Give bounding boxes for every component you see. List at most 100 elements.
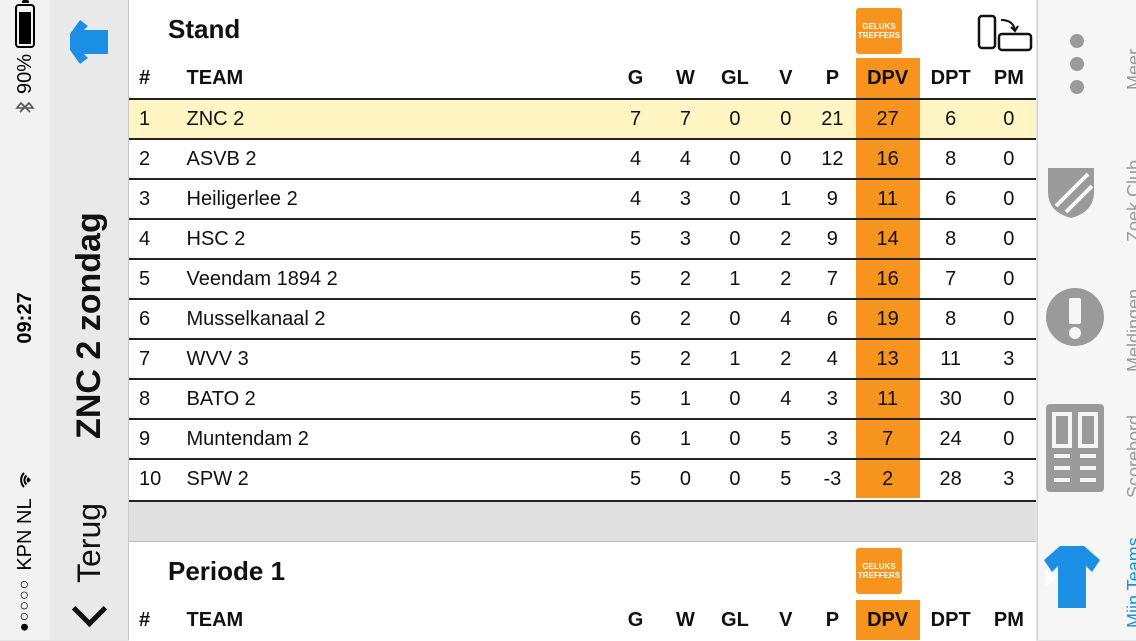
logo-text: GELUKS [862, 22, 896, 31]
tab-label: Scorebord [1124, 414, 1136, 498]
table-row[interactable]: 7 WVV 3 5 2 1 2 4 13 11 3 [129, 338, 1036, 378]
dpv-cell: 16 [855, 260, 920, 298]
g-cell: 6 [629, 427, 642, 450]
dpt-cell: 6 [945, 107, 957, 130]
gl-cell: 0 [729, 387, 741, 410]
column-header-rank[interactable]: # [129, 58, 187, 98]
v-cell: 5 [780, 467, 792, 490]
column-header-p[interactable]: P [809, 58, 856, 98]
v-cell: 2 [780, 347, 792, 370]
column-header-dpv[interactable]: DPV [855, 58, 920, 98]
geluks-treffers-logo[interactable]: GELUKS TREFFERS [856, 548, 902, 594]
tab-label: Meldingen [1124, 288, 1136, 372]
rotate-device-icon[interactable] [977, 14, 1033, 52]
column-header-team[interactable]: TEAM [187, 58, 608, 98]
g-cell: 5 [629, 267, 642, 290]
team-cell: ZNC 2 [186, 107, 245, 130]
gl-cell: 0 [729, 227, 741, 250]
column-header-team[interactable]: TEAM [187, 600, 608, 640]
w-cell: 1 [679, 387, 691, 410]
pm-cell: 0 [1003, 267, 1015, 290]
column-header-gl[interactable]: GL [707, 600, 762, 640]
pm-cell: 0 [1003, 187, 1015, 210]
column-header-dpt[interactable]: DPT [920, 600, 982, 640]
column-header-v[interactable]: V [763, 58, 810, 98]
column-header-dpt[interactable]: DPT [920, 58, 982, 98]
dpv-cell: 11 [855, 180, 920, 218]
column-header-g[interactable]: G [607, 600, 663, 640]
w-cell: 2 [679, 307, 691, 330]
team-cell: Heiligerlee 2 [186, 187, 298, 210]
column-header-rank[interactable]: # [129, 600, 187, 640]
table-row[interactable]: 9 Muntendam 2 6 1 0 5 3 7 24 0 [129, 418, 1036, 458]
column-header-g[interactable]: G [607, 58, 663, 98]
column-header-w[interactable]: W [664, 600, 708, 640]
team-cell: Musselkanaal 2 [186, 307, 326, 330]
team-cell: Muntendam 2 [186, 427, 309, 450]
bluetooth-icon [15, 101, 35, 113]
table-row[interactable]: 2 ASVB 2 4 4 0 0 12 16 8 0 [129, 138, 1036, 178]
w-cell: 3 [679, 187, 691, 210]
w-cell: 2 [679, 347, 691, 370]
column-header-gl[interactable]: GL [707, 58, 762, 98]
tab-label: Zoek Club [1124, 159, 1136, 242]
tab-mijn-teams[interactable]: Mijn Teams [1038, 520, 1136, 640]
gl-cell: 0 [729, 307, 741, 330]
periode-panel: Periode 1 GELUKS TREFFERS # TEAM G W GL … [129, 541, 1036, 641]
rank-cell: 4 [139, 227, 151, 250]
p-cell: 12 [821, 147, 844, 170]
section-title: Stand [168, 14, 241, 44]
rank-cell: 6 [139, 307, 151, 330]
dpt-cell: 11 [940, 347, 962, 370]
dpt-cell: 6 [945, 187, 957, 210]
table-row[interactable]: 8 BATO 2 5 1 0 4 3 11 30 0 [129, 378, 1036, 418]
column-header-w[interactable]: W [664, 58, 708, 98]
dpv-cell: 11 [855, 380, 920, 418]
column-header-dpv[interactable]: DPV [855, 600, 920, 640]
table-row[interactable]: 1 ZNC 2 7 7 0 0 21 27 6 0 [129, 98, 1036, 138]
rank-cell: 2 [139, 147, 151, 170]
status-bar: ●○○○○ KPN NL 09:27 90% [0, 0, 50, 640]
tab-meldingen[interactable]: Meldingen [1038, 260, 1136, 380]
tab-zoek-club[interactable]: Zoek Club [1038, 140, 1136, 250]
back-button[interactable]: Terug [71, 503, 108, 640]
column-header-pm[interactable]: PM [982, 600, 1036, 640]
gl-cell: 0 [729, 107, 741, 130]
w-cell: 2 [679, 267, 691, 290]
rank-cell: 1 [139, 107, 151, 130]
gl-cell: 0 [729, 467, 741, 490]
team-cell: HSC 2 [186, 227, 246, 250]
team-cell: Veendam 1894 2 [186, 267, 338, 290]
pm-cell: 0 [1003, 107, 1015, 130]
w-cell: 4 [679, 147, 691, 170]
logo-text: GELUKS [862, 562, 896, 571]
rank-cell: 9 [139, 427, 151, 450]
signal-strength-icon: ●○○○○ [16, 578, 33, 632]
table-row[interactable]: 5 Veendam 1894 2 5 2 1 2 7 16 7 0 [129, 258, 1036, 298]
v-cell: 2 [780, 227, 792, 250]
g-cell: 5 [629, 387, 642, 410]
table-row[interactable]: 6 Musselkanaal 2 6 2 0 4 6 19 8 0 [129, 298, 1036, 338]
column-header-v[interactable]: V [763, 600, 810, 640]
column-header-pm[interactable]: PM [982, 58, 1036, 98]
w-cell: 7 [679, 107, 691, 130]
gl-cell: 1 [729, 267, 741, 290]
logo-text: TREFFERS [857, 31, 901, 40]
table-row[interactable]: 10 SPW 2 5 0 0 5 -3 2 28 3 [129, 458, 1036, 498]
tab-scorebord[interactable]: Scorebord [1038, 390, 1136, 510]
team-cell: BATO 2 [186, 387, 256, 410]
dpt-cell: 8 [945, 147, 957, 170]
wifi-icon [20, 472, 31, 489]
pm-cell: 0 [1003, 227, 1015, 250]
table-row[interactable]: 3 Heiligerlee 2 4 3 0 1 9 11 6 0 [129, 178, 1036, 218]
v-cell: 4 [780, 307, 792, 330]
main-content: Stand GELUKS TREFFERS # TEAM G W GL V P … [129, 0, 1036, 641]
tab-meer[interactable]: Meer [1038, 0, 1136, 130]
clock: 09:27 [13, 292, 36, 344]
gl-cell: 0 [729, 187, 741, 210]
stand-panel: Stand GELUKS TREFFERS # TEAM G W GL V P … [129, 0, 1036, 502]
dpv-cell: 16 [855, 140, 920, 178]
column-header-p[interactable]: P [809, 600, 856, 640]
table-row[interactable]: 4 HSC 2 5 3 0 2 9 14 8 0 [129, 218, 1036, 258]
geluks-treffers-logo[interactable]: GELUKS TREFFERS [856, 8, 902, 54]
